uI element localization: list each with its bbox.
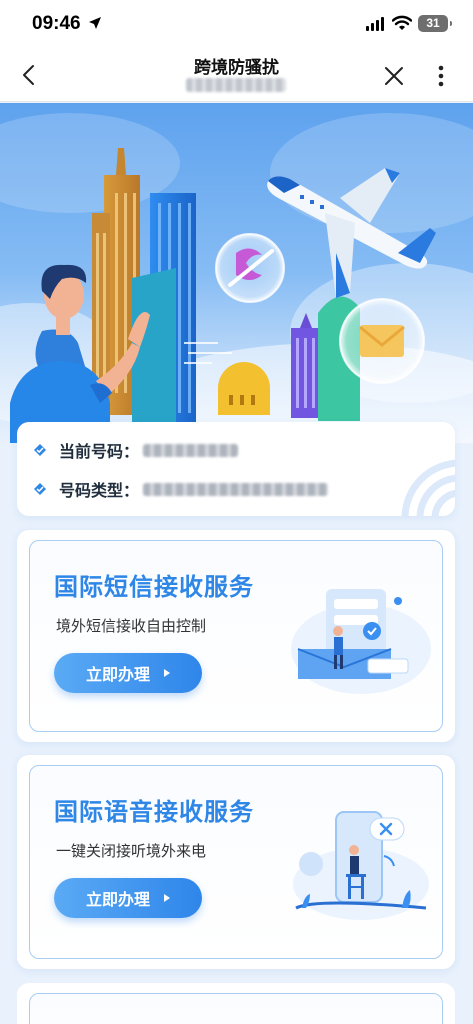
wifi-icon <box>392 15 412 30</box>
sms-service-card-frame: 国际短信接收服务 境外短信接收自由控制 立即办理 <box>29 540 443 732</box>
hero-banner <box>0 103 473 443</box>
voice-service-desc: 一键关闭接听境外来电 <box>56 842 207 860</box>
next-service-card-frame <box>29 993 443 1024</box>
voice-service-card-frame: 国际语音接收服务 一键关闭接听境外来电 立即办理 <box>29 765 443 959</box>
play-arrow-icon <box>164 669 170 677</box>
location-arrow-icon <box>89 17 101 29</box>
next-service-card-partial <box>17 983 455 1024</box>
phone-info-card: 当前号码： 号码类型： <box>17 422 455 516</box>
diamond-bullet-icon <box>34 483 46 495</box>
close-icon[interactable] <box>381 63 407 89</box>
apply-button-label: 立即办理 <box>85 890 150 909</box>
sms-service-title: 国际短信接收服务 <box>54 573 254 601</box>
current-number-label: 当前号码： <box>59 442 140 461</box>
sms-illustration <box>291 589 431 694</box>
number-type-value-blurred <box>143 482 329 496</box>
voice-service-card: 国际语音接收服务 一键关闭接听境外来电 立即办理 <box>17 755 455 969</box>
battery-indicator: 31 <box>418 15 452 32</box>
cellular-signal-icon <box>366 17 384 31</box>
voice-service-apply-button[interactable]: 立即办理 <box>54 878 202 918</box>
voice-call-illustration <box>293 811 429 920</box>
hero-illustration <box>0 113 473 443</box>
status-bar: 09:46 31 <box>0 0 473 50</box>
voice-service-title: 国际语音接收服务 <box>54 798 254 826</box>
signal-waves-decoration <box>401 459 455 516</box>
sms-service-card: 国际短信接收服务 境外短信接收自由控制 立即办理 <box>17 530 455 742</box>
current-number-row: 当前号码： <box>33 438 239 462</box>
number-type-row: 号码类型： <box>33 477 329 501</box>
status-time: 09:46 <box>32 13 81 34</box>
apply-button-label: 立即办理 <box>85 665 150 684</box>
number-type-label: 号码类型： <box>59 481 140 500</box>
current-number-value-blurred <box>143 443 239 457</box>
more-options-icon[interactable] <box>432 62 450 90</box>
page-subtitle-blurred <box>186 78 286 92</box>
diamond-bullet-icon <box>34 444 46 456</box>
nav-bar: 跨境防骚扰 <box>0 50 473 102</box>
sms-service-apply-button[interactable]: 立即办理 <box>54 653 202 693</box>
play-arrow-icon <box>164 894 170 902</box>
sms-service-desc: 境外短信接收自由控制 <box>56 617 207 635</box>
